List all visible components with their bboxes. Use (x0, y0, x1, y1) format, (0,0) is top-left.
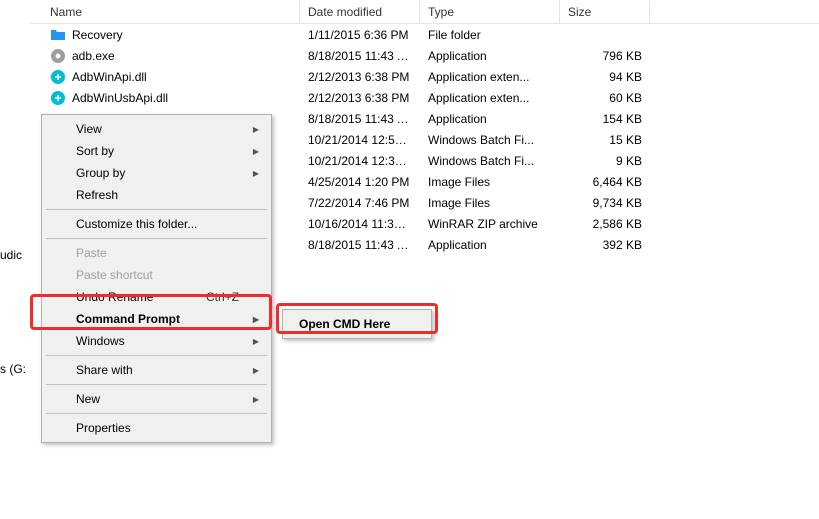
file-type-cell: Image Files (420, 194, 560, 212)
file-name-label: AdbWinUsbApi.dll (72, 91, 168, 105)
column-header-name[interactable]: Name (30, 1, 300, 23)
menu-view-label: View (76, 122, 102, 136)
menu-undo-label: Undo Rename (76, 290, 153, 304)
sidebar-fragment-2: s (G: (0, 362, 26, 376)
file-size-cell: 9,734 KB (560, 194, 650, 212)
file-date-cell: 10/16/2014 11:33 P... (300, 215, 420, 233)
menu-windows[interactable]: Windows (44, 330, 269, 352)
file-row[interactable]: Recovery 1/11/2015 6:36 PMFile folder (30, 24, 819, 45)
menu-command-prompt[interactable]: Command Prompt (44, 308, 269, 330)
menu-group-by[interactable]: Group by (44, 162, 269, 184)
file-date-cell: 2/12/2013 6:38 PM (300, 68, 420, 86)
file-name-label: Recovery (72, 28, 123, 42)
folder-icon (50, 27, 66, 43)
file-type-cell: WinRAR ZIP archive (420, 215, 560, 233)
menu-new-label: New (76, 392, 100, 406)
file-date-cell: 7/22/2014 7:46 PM (300, 194, 420, 212)
file-date-cell: 10/21/2014 12:57 ... (300, 131, 420, 149)
menu-customize-folder[interactable]: Customize this folder... (44, 213, 269, 235)
menu-paste-shortcut-label: Paste shortcut (76, 268, 153, 282)
dll-icon (50, 90, 66, 106)
menu-properties-label: Properties (76, 421, 131, 435)
file-size-cell: 15 KB (560, 131, 650, 149)
menu-share-with[interactable]: Share with (44, 359, 269, 381)
file-type-cell: Application exten... (420, 68, 560, 86)
file-row[interactable]: AdbWinApi.dll 2/12/2013 6:38 PMApplicatio… (30, 66, 819, 87)
file-row[interactable]: AdbWinUsbApi.dll 2/12/2013 6:38 PMApplica… (30, 87, 819, 108)
file-date-cell: 4/25/2014 1:20 PM (300, 173, 420, 191)
file-type-cell: Windows Batch Fi... (420, 131, 560, 149)
column-header-type[interactable]: Type (420, 1, 560, 23)
menu-sort-by[interactable]: Sort by (44, 140, 269, 162)
file-size-cell (560, 33, 650, 37)
column-header-size[interactable]: Size (560, 1, 650, 23)
file-type-cell: File folder (420, 26, 560, 44)
menu-view[interactable]: View (44, 118, 269, 140)
file-type-cell: Image Files (420, 173, 560, 191)
file-name-label: AdbWinApi.dll (72, 70, 147, 84)
file-size-cell: 154 KB (560, 110, 650, 128)
file-name-cell: AdbWinUsbApi.dll (30, 88, 300, 108)
menu-separator (46, 355, 267, 356)
file-date-cell: 8/18/2015 11:43 AM (300, 47, 420, 65)
menu-new[interactable]: New (44, 388, 269, 410)
file-size-cell: 9 KB (560, 152, 650, 170)
submenu-command-prompt: Open CMD Here (282, 309, 432, 339)
column-header-date[interactable]: Date modified (300, 1, 420, 23)
file-name-cell: Recovery (30, 25, 300, 45)
sidebar-fragment-1: udic (0, 248, 22, 262)
file-date-cell: 1/11/2015 6:36 PM (300, 26, 420, 44)
menu-group-by-label: Group by (76, 166, 125, 180)
file-name-label: adb.exe (72, 49, 115, 63)
file-row[interactable]: adb.exe 8/18/2015 11:43 AMApplication796 … (30, 45, 819, 66)
menu-command-prompt-label: Command Prompt (76, 312, 180, 326)
column-header-row: Name Date modified Type Size (30, 0, 819, 24)
file-size-cell: 60 KB (560, 89, 650, 107)
gear-icon (50, 48, 66, 64)
file-size-cell: 94 KB (560, 68, 650, 86)
file-type-cell: Application exten... (420, 89, 560, 107)
file-date-cell: 10/21/2014 12:31 ... (300, 152, 420, 170)
menu-windows-label: Windows (76, 334, 125, 348)
menu-share-with-label: Share with (76, 363, 133, 377)
menu-paste: Paste (44, 242, 269, 264)
file-type-cell: Application (420, 110, 560, 128)
menu-refresh-label: Refresh (76, 188, 118, 202)
file-date-cell: 2/12/2013 6:38 PM (300, 89, 420, 107)
menu-separator (46, 238, 267, 239)
menu-separator (46, 384, 267, 385)
submenu-open-cmd-here[interactable]: Open CMD Here (285, 313, 429, 335)
file-type-cell: Windows Batch Fi... (420, 152, 560, 170)
file-type-cell: Application (420, 47, 560, 65)
dll-icon (50, 69, 66, 85)
menu-sort-by-label: Sort by (76, 144, 114, 158)
file-size-cell: 796 KB (560, 47, 650, 65)
file-size-cell: 6,464 KB (560, 173, 650, 191)
context-menu: View Sort by Group by Refresh Customize … (41, 114, 272, 443)
file-name-cell: adb.exe (30, 46, 300, 66)
menu-properties[interactable]: Properties (44, 417, 269, 439)
menu-customize-label: Customize this folder... (76, 217, 197, 231)
menu-refresh[interactable]: Refresh (44, 184, 269, 206)
file-date-cell: 8/18/2015 11:43 AM (300, 110, 420, 128)
file-date-cell: 8/18/2015 11:43 AM (300, 236, 420, 254)
menu-undo-shortcut: Ctrl+Z (206, 290, 239, 304)
file-name-cell: AdbWinApi.dll (30, 67, 300, 87)
file-size-cell: 392 KB (560, 236, 650, 254)
menu-undo-rename[interactable]: Undo Rename Ctrl+Z (44, 286, 269, 308)
file-type-cell: Application (420, 236, 560, 254)
file-size-cell: 2,586 KB (560, 215, 650, 233)
menu-separator (46, 413, 267, 414)
menu-paste-label: Paste (76, 246, 107, 260)
menu-paste-shortcut: Paste shortcut (44, 264, 269, 286)
menu-separator (46, 209, 267, 210)
submenu-open-cmd-label: Open CMD Here (299, 317, 390, 331)
